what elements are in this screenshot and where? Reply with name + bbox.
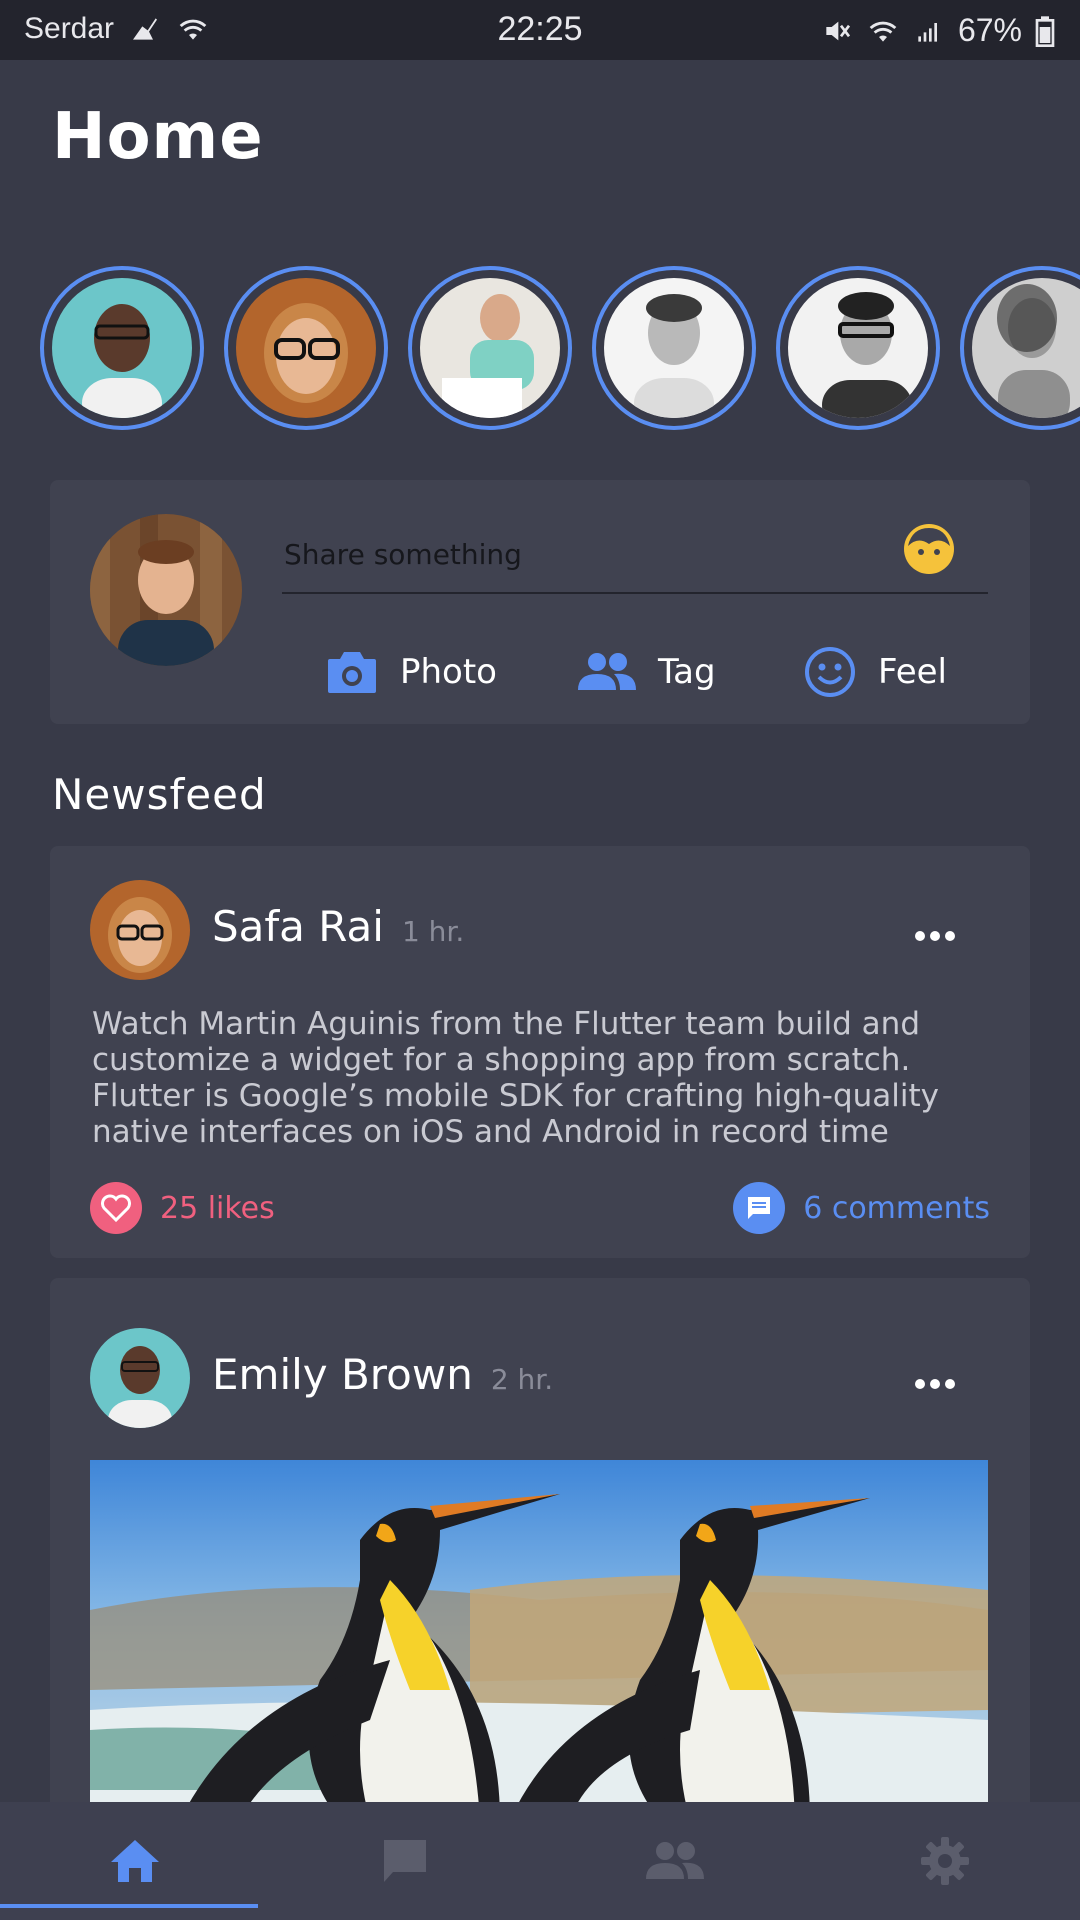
- avatar: [604, 278, 744, 418]
- story-avatar[interactable]: [592, 266, 756, 430]
- status-bar: Serdar 22:25 67%: [0, 0, 1080, 60]
- story-avatar[interactable]: [776, 266, 940, 430]
- post-photo[interactable]: [90, 1460, 988, 1818]
- avatar: [236, 278, 376, 418]
- feel-label: Feel: [878, 652, 947, 692]
- post-card: Emily Brown 2 hr.: [50, 1278, 1030, 1818]
- nav-messages[interactable]: [270, 1802, 540, 1920]
- comments-count: 6 comments: [803, 1190, 990, 1226]
- page-title: Home: [52, 100, 264, 174]
- avatar[interactable]: [90, 1328, 190, 1428]
- avatar: [52, 278, 192, 418]
- heart-icon: [90, 1182, 142, 1234]
- more-options-button[interactable]: [914, 906, 956, 952]
- post-author[interactable]: Safa Rai: [212, 902, 384, 951]
- battery-percent: 67%: [957, 12, 1022, 48]
- wifi-signal-icon: [869, 21, 897, 42]
- avatar[interactable]: [90, 880, 190, 980]
- story-avatar[interactable]: [408, 266, 572, 430]
- post-text: Watch Martin Aguinis from the Flutter te…: [92, 1006, 939, 1150]
- post-card: Safa Rai 1 hr. Watch Martin Aguinis from …: [50, 846, 1030, 1258]
- battery-icon: [1035, 15, 1055, 47]
- avatar: [420, 278, 560, 418]
- post-time: 1 hr.: [401, 915, 465, 948]
- post-author[interactable]: Emily Brown: [212, 1350, 473, 1399]
- photo-button[interactable]: Photo: [326, 644, 497, 700]
- like-button[interactable]: 25 likes: [90, 1182, 275, 1234]
- nav-settings[interactable]: [810, 1802, 1080, 1920]
- composer-card: Photo Tag Feel: [50, 480, 1030, 724]
- mute-icon: [826, 21, 851, 40]
- nav-home[interactable]: [0, 1802, 270, 1920]
- people-icon: [578, 653, 636, 690]
- avatar: [788, 278, 928, 418]
- home-icon: [111, 1840, 159, 1882]
- smiley-icon: [805, 647, 855, 697]
- tag-label: Tag: [658, 652, 716, 692]
- people-icon: [646, 1842, 704, 1879]
- more-options-button[interactable]: [914, 1354, 956, 1400]
- more-dots-icon: [915, 931, 955, 941]
- bottom-navigation: [0, 1802, 1080, 1920]
- camera-icon: [328, 652, 376, 693]
- more-dots-icon: [915, 1379, 955, 1389]
- feel-button[interactable]: Feel: [804, 644, 947, 700]
- share-input[interactable]: [282, 516, 988, 594]
- emoji-face-icon[interactable]: [902, 522, 956, 576]
- story-avatar[interactable]: [224, 266, 388, 430]
- cellular-icon: [918, 22, 937, 42]
- settings-icon: [921, 1837, 969, 1885]
- my-avatar: [90, 514, 242, 666]
- stories-row[interactable]: [40, 266, 1080, 430]
- avatar: [972, 278, 1080, 418]
- story-avatar[interactable]: [40, 266, 204, 430]
- tag-button[interactable]: Tag: [578, 644, 716, 700]
- newsfeed-title: Newsfeed: [52, 770, 267, 819]
- chat-icon: [384, 1840, 426, 1882]
- comment-icon: [733, 1182, 786, 1234]
- comments-button[interactable]: 6 comments: [733, 1182, 990, 1234]
- story-avatar[interactable]: [960, 266, 1080, 430]
- photo-label: Photo: [400, 652, 497, 692]
- likes-count: 25 likes: [160, 1190, 275, 1226]
- post-time: 2 hr.: [490, 1363, 554, 1396]
- nav-people[interactable]: [540, 1802, 810, 1920]
